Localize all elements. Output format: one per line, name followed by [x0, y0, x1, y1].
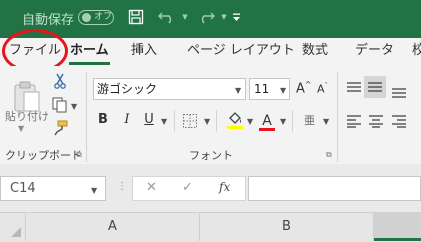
column-header-a[interactable]: A: [26, 213, 200, 241]
font-color-button[interactable]: A: [259, 110, 275, 131]
align-bottom-icon[interactable]: [391, 84, 407, 103]
align-left-icon[interactable]: [346, 113, 362, 132]
paste-dropdown-icon[interactable]: ▼: [18, 124, 24, 133]
save-icon[interactable]: [125, 6, 147, 28]
column-header-label: B: [282, 219, 291, 234]
autosave-state: オフ: [94, 12, 113, 22]
shrink-font-button[interactable]: Aˇ: [317, 82, 328, 96]
copy-dropdown-icon[interactable]: ▼: [71, 102, 77, 111]
borders-icon[interactable]: [182, 113, 198, 133]
paste-label[interactable]: 貼り付け: [5, 108, 49, 124]
cut-icon[interactable]: [53, 73, 67, 93]
column-header-row: A B: [0, 212, 421, 242]
separator: [216, 110, 217, 132]
redo-dropdown-icon[interactable]: ▼: [219, 6, 229, 28]
font-name-box[interactable]: 游ゴシック: [93, 78, 246, 100]
ribbon-tabs: ファイル ホーム 挿入 ページ レイアウト 数式 データ 校: [0, 38, 421, 66]
font-color-label: A: [262, 113, 272, 129]
fill-color-icon[interactable]: [226, 110, 244, 134]
font-size-value: 11: [254, 82, 270, 96]
autosave-label: 自動保存: [22, 13, 75, 28]
font-name-dropdown-icon[interactable]: ▼: [235, 86, 241, 95]
align-middle-icon[interactable]: [364, 76, 386, 98]
font-name-value: 游ゴシック: [97, 82, 158, 96]
cancel-icon[interactable]: ✕: [146, 180, 157, 195]
tab-home[interactable]: ホーム: [69, 38, 110, 66]
font-size-dropdown-icon[interactable]: ▼: [280, 86, 286, 95]
undo-icon[interactable]: [155, 6, 179, 28]
align-center-icon[interactable]: [368, 113, 384, 132]
column-header-b[interactable]: B: [200, 213, 374, 241]
underline-dropdown-icon[interactable]: ▼: [161, 117, 167, 126]
tab-data[interactable]: データ: [355, 38, 394, 66]
separator: [174, 110, 175, 132]
formula-input[interactable]: [248, 176, 421, 201]
group-divider: [86, 72, 87, 162]
select-all-button[interactable]: [0, 213, 26, 241]
tab-review[interactable]: 校: [412, 38, 421, 66]
tab-page-layout[interactable]: ページ レイアウト: [187, 38, 295, 66]
clipboard-launcher-icon[interactable]: ⧉: [76, 150, 82, 160]
format-painter-icon[interactable]: [52, 120, 68, 140]
italic-button[interactable]: I: [119, 112, 135, 127]
autosave-toggle[interactable]: オフ: [78, 10, 114, 25]
redo-icon[interactable]: [194, 6, 218, 28]
name-box-value: C14: [10, 181, 36, 196]
tab-formulas[interactable]: 数式: [302, 38, 328, 66]
formula-bar-grip-icon[interactable]: ⋮: [117, 181, 128, 192]
customize-qat-icon[interactable]: [230, 6, 242, 28]
formula-bar: C14 ▼ ⋮ ✕ ✓ fx: [0, 164, 421, 212]
tab-insert[interactable]: 挿入: [131, 38, 157, 66]
phonetic-button[interactable]: 亜: [304, 112, 315, 128]
align-right-icon[interactable]: [391, 113, 407, 132]
grow-font-label: A: [296, 81, 305, 97]
title-bar: 自動保存 オフ ▼ ▼: [0, 0, 421, 38]
column-header-label: A: [108, 219, 117, 234]
ribbon-home: 貼り付け ▼ ▼ クリップボード ⧉ 游ゴシック ▼ 11 ▼ A^ Aˇ B …: [0, 66, 421, 164]
font-group-label: フォント: [189, 149, 233, 162]
enter-icon[interactable]: ✓: [182, 180, 193, 195]
copy-icon[interactable]: [52, 97, 68, 117]
clipboard-group-label: クリップボード: [5, 149, 82, 162]
underline-button[interactable]: U: [141, 112, 157, 127]
bold-button[interactable]: B: [95, 112, 111, 127]
name-box-dropdown-icon[interactable]: ▼: [91, 186, 97, 195]
fill-color-dropdown-icon[interactable]: ▼: [247, 117, 253, 126]
borders-dropdown-icon[interactable]: ▼: [204, 117, 210, 126]
grow-font-button[interactable]: A^: [296, 80, 312, 96]
separator: [292, 110, 293, 132]
font-color-dropdown-icon[interactable]: ▼: [280, 117, 286, 126]
phonetic-dropdown-icon[interactable]: ▼: [323, 117, 329, 126]
group-divider: [337, 72, 338, 162]
column-header-c[interactable]: [374, 213, 421, 241]
insert-function-icon[interactable]: fx: [219, 180, 230, 194]
toggle-knob: [82, 13, 91, 22]
font-launcher-icon[interactable]: ⧉: [326, 150, 332, 160]
tab-file[interactable]: ファイル: [9, 38, 61, 66]
align-top-icon[interactable]: [346, 80, 362, 99]
formula-actions: ✕ ✓ fx: [132, 176, 246, 201]
undo-dropdown-icon[interactable]: ▼: [180, 6, 190, 28]
shrink-font-label: A: [317, 82, 325, 96]
